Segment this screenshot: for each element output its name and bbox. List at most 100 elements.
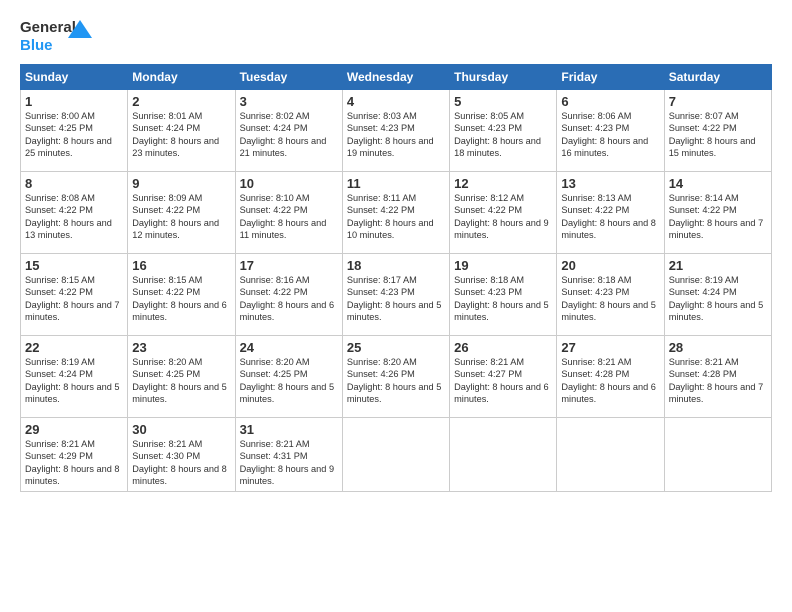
day-info: Sunrise: 8:07 AMSunset: 4:22 PMDaylight:…: [669, 110, 767, 160]
calendar-cell: [664, 418, 771, 492]
day-number: 25: [347, 340, 445, 355]
day-number: 15: [25, 258, 123, 273]
day-info: Sunrise: 8:03 AMSunset: 4:23 PMDaylight:…: [347, 110, 445, 160]
calendar-cell: 29Sunrise: 8:21 AMSunset: 4:29 PMDayligh…: [21, 418, 128, 492]
calendar-cell: 17Sunrise: 8:16 AMSunset: 4:22 PMDayligh…: [235, 254, 342, 336]
day-info: Sunrise: 8:19 AMSunset: 4:24 PMDaylight:…: [669, 274, 767, 324]
page: GeneralBlue SundayMondayTuesdayWednesday…: [0, 0, 792, 612]
calendar-cell: 15Sunrise: 8:15 AMSunset: 4:22 PMDayligh…: [21, 254, 128, 336]
day-info: Sunrise: 8:21 AMSunset: 4:30 PMDaylight:…: [132, 438, 230, 488]
calendar-week-row: 8Sunrise: 8:08 AMSunset: 4:22 PMDaylight…: [21, 172, 772, 254]
day-info: Sunrise: 8:02 AMSunset: 4:24 PMDaylight:…: [240, 110, 338, 160]
day-number: 18: [347, 258, 445, 273]
day-info: Sunrise: 8:17 AMSunset: 4:23 PMDaylight:…: [347, 274, 445, 324]
day-number: 22: [25, 340, 123, 355]
day-info: Sunrise: 8:01 AMSunset: 4:24 PMDaylight:…: [132, 110, 230, 160]
day-number: 4: [347, 94, 445, 109]
calendar-cell: 24Sunrise: 8:20 AMSunset: 4:25 PMDayligh…: [235, 336, 342, 418]
day-info: Sunrise: 8:06 AMSunset: 4:23 PMDaylight:…: [561, 110, 659, 160]
calendar-cell: 5Sunrise: 8:05 AMSunset: 4:23 PMDaylight…: [450, 90, 557, 172]
day-info: Sunrise: 8:20 AMSunset: 4:25 PMDaylight:…: [132, 356, 230, 406]
day-number: 11: [347, 176, 445, 191]
day-info: Sunrise: 8:08 AMSunset: 4:22 PMDaylight:…: [25, 192, 123, 242]
day-number: 14: [669, 176, 767, 191]
day-number: 29: [25, 422, 123, 437]
day-info: Sunrise: 8:12 AMSunset: 4:22 PMDaylight:…: [454, 192, 552, 242]
day-info: Sunrise: 8:10 AMSunset: 4:22 PMDaylight:…: [240, 192, 338, 242]
calendar-cell: 26Sunrise: 8:21 AMSunset: 4:27 PMDayligh…: [450, 336, 557, 418]
calendar-table: SundayMondayTuesdayWednesdayThursdayFrid…: [20, 64, 772, 492]
calendar-cell: 31Sunrise: 8:21 AMSunset: 4:31 PMDayligh…: [235, 418, 342, 492]
day-info: Sunrise: 8:09 AMSunset: 4:22 PMDaylight:…: [132, 192, 230, 242]
day-info: Sunrise: 8:14 AMSunset: 4:22 PMDaylight:…: [669, 192, 767, 242]
calendar-cell: 20Sunrise: 8:18 AMSunset: 4:23 PMDayligh…: [557, 254, 664, 336]
calendar-cell: 8Sunrise: 8:08 AMSunset: 4:22 PMDaylight…: [21, 172, 128, 254]
day-number: 27: [561, 340, 659, 355]
day-number: 3: [240, 94, 338, 109]
calendar-cell: [342, 418, 449, 492]
calendar-cell: 30Sunrise: 8:21 AMSunset: 4:30 PMDayligh…: [128, 418, 235, 492]
day-info: Sunrise: 8:05 AMSunset: 4:23 PMDaylight:…: [454, 110, 552, 160]
day-number: 9: [132, 176, 230, 191]
day-info: Sunrise: 8:21 AMSunset: 4:28 PMDaylight:…: [561, 356, 659, 406]
calendar-cell: 10Sunrise: 8:10 AMSunset: 4:22 PMDayligh…: [235, 172, 342, 254]
day-number: 13: [561, 176, 659, 191]
day-number: 17: [240, 258, 338, 273]
logo-svg: GeneralBlue: [20, 16, 92, 54]
calendar-cell: 4Sunrise: 8:03 AMSunset: 4:23 PMDaylight…: [342, 90, 449, 172]
calendar-cell: 19Sunrise: 8:18 AMSunset: 4:23 PMDayligh…: [450, 254, 557, 336]
logo: GeneralBlue: [20, 16, 92, 54]
calendar-cell: 16Sunrise: 8:15 AMSunset: 4:22 PMDayligh…: [128, 254, 235, 336]
day-number: 20: [561, 258, 659, 273]
calendar-cell: 6Sunrise: 8:06 AMSunset: 4:23 PMDaylight…: [557, 90, 664, 172]
calendar-cell: 7Sunrise: 8:07 AMSunset: 4:22 PMDaylight…: [664, 90, 771, 172]
svg-text:Blue: Blue: [20, 37, 53, 54]
day-info: Sunrise: 8:21 AMSunset: 4:28 PMDaylight:…: [669, 356, 767, 406]
day-info: Sunrise: 8:15 AMSunset: 4:22 PMDaylight:…: [25, 274, 123, 324]
day-info: Sunrise: 8:18 AMSunset: 4:23 PMDaylight:…: [454, 274, 552, 324]
calendar-cell: [557, 418, 664, 492]
col-header-thursday: Thursday: [450, 65, 557, 90]
day-number: 6: [561, 94, 659, 109]
header: GeneralBlue: [20, 16, 772, 54]
calendar-cell: 3Sunrise: 8:02 AMSunset: 4:24 PMDaylight…: [235, 90, 342, 172]
day-info: Sunrise: 8:20 AMSunset: 4:26 PMDaylight:…: [347, 356, 445, 406]
calendar-cell: 9Sunrise: 8:09 AMSunset: 4:22 PMDaylight…: [128, 172, 235, 254]
col-header-tuesday: Tuesday: [235, 65, 342, 90]
calendar-cell: [450, 418, 557, 492]
day-info: Sunrise: 8:21 AMSunset: 4:31 PMDaylight:…: [240, 438, 338, 488]
calendar-cell: 28Sunrise: 8:21 AMSunset: 4:28 PMDayligh…: [664, 336, 771, 418]
day-number: 8: [25, 176, 123, 191]
calendar-cell: 1Sunrise: 8:00 AMSunset: 4:25 PMDaylight…: [21, 90, 128, 172]
day-number: 26: [454, 340, 552, 355]
day-number: 23: [132, 340, 230, 355]
col-header-sunday: Sunday: [21, 65, 128, 90]
day-info: Sunrise: 8:20 AMSunset: 4:25 PMDaylight:…: [240, 356, 338, 406]
day-info: Sunrise: 8:18 AMSunset: 4:23 PMDaylight:…: [561, 274, 659, 324]
day-number: 10: [240, 176, 338, 191]
day-number: 31: [240, 422, 338, 437]
calendar-cell: 23Sunrise: 8:20 AMSunset: 4:25 PMDayligh…: [128, 336, 235, 418]
calendar-cell: 14Sunrise: 8:14 AMSunset: 4:22 PMDayligh…: [664, 172, 771, 254]
day-info: Sunrise: 8:11 AMSunset: 4:22 PMDaylight:…: [347, 192, 445, 242]
day-number: 16: [132, 258, 230, 273]
col-header-friday: Friday: [557, 65, 664, 90]
calendar-cell: 11Sunrise: 8:11 AMSunset: 4:22 PMDayligh…: [342, 172, 449, 254]
calendar-cell: 22Sunrise: 8:19 AMSunset: 4:24 PMDayligh…: [21, 336, 128, 418]
calendar-week-row: 29Sunrise: 8:21 AMSunset: 4:29 PMDayligh…: [21, 418, 772, 492]
day-info: Sunrise: 8:21 AMSunset: 4:29 PMDaylight:…: [25, 438, 123, 488]
day-number: 2: [132, 94, 230, 109]
day-info: Sunrise: 8:16 AMSunset: 4:22 PMDaylight:…: [240, 274, 338, 324]
calendar-week-row: 22Sunrise: 8:19 AMSunset: 4:24 PMDayligh…: [21, 336, 772, 418]
calendar-cell: 18Sunrise: 8:17 AMSunset: 4:23 PMDayligh…: [342, 254, 449, 336]
day-number: 5: [454, 94, 552, 109]
day-number: 24: [240, 340, 338, 355]
day-info: Sunrise: 8:19 AMSunset: 4:24 PMDaylight:…: [25, 356, 123, 406]
calendar-header-row: SundayMondayTuesdayWednesdayThursdayFrid…: [21, 65, 772, 90]
day-number: 7: [669, 94, 767, 109]
calendar-cell: 21Sunrise: 8:19 AMSunset: 4:24 PMDayligh…: [664, 254, 771, 336]
calendar-week-row: 1Sunrise: 8:00 AMSunset: 4:25 PMDaylight…: [21, 90, 772, 172]
calendar-cell: 13Sunrise: 8:13 AMSunset: 4:22 PMDayligh…: [557, 172, 664, 254]
day-info: Sunrise: 8:00 AMSunset: 4:25 PMDaylight:…: [25, 110, 123, 160]
calendar-cell: 2Sunrise: 8:01 AMSunset: 4:24 PMDaylight…: [128, 90, 235, 172]
